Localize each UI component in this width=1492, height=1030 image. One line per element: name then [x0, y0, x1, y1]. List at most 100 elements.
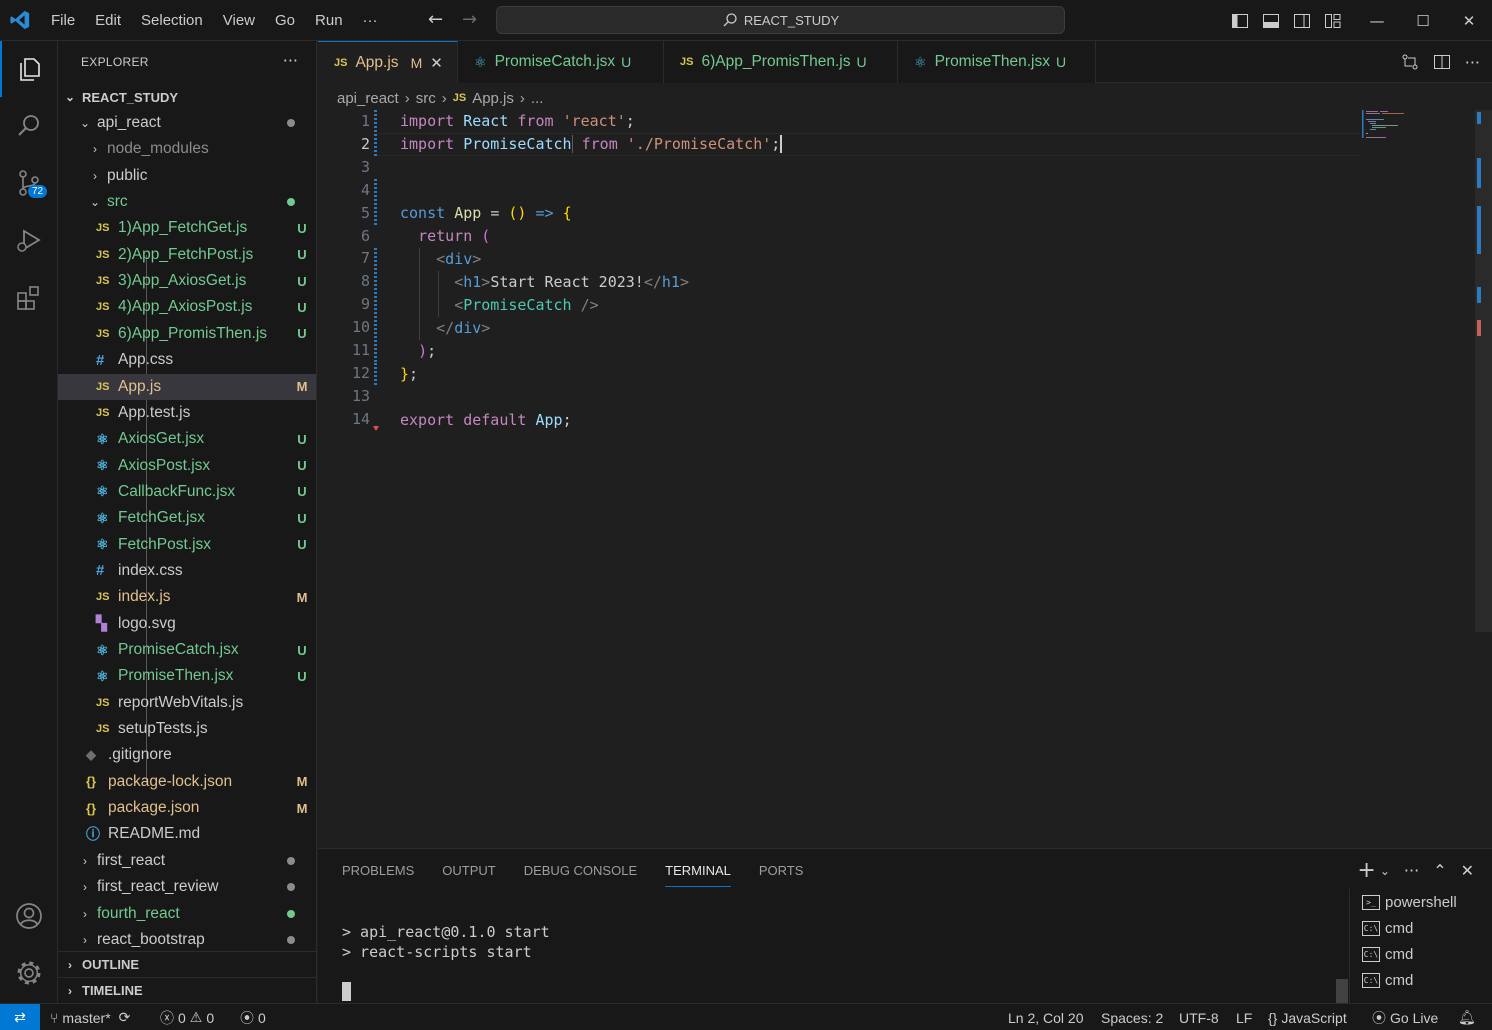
line-endings[interactable]: LF: [1236, 1004, 1252, 1030]
more-actions-icon[interactable]: ···: [1465, 53, 1480, 72]
tree-item[interactable]: JS App.js M: [58, 373, 316, 400]
tree-item[interactable]: ⚛ AxiosGet.jsx U: [58, 426, 316, 452]
explorer-icon[interactable]: [0, 41, 58, 97]
more-actions-icon[interactable]: ···: [1404, 861, 1419, 880]
tab-app-promisthen-js[interactable]: JS 6)App_PromisThen.js U: [664, 41, 898, 83]
tree-item[interactable]: ⚛ CallbackFunc.jsx U: [58, 479, 316, 505]
tab-ports[interactable]: PORTS: [759, 863, 804, 878]
menu-edit[interactable]: Edit: [85, 0, 131, 41]
tree-item[interactable]: JS 3)App_AxiosGet.js U: [58, 268, 316, 294]
new-terminal-icon[interactable]: +: [1357, 858, 1375, 883]
menu-view[interactable]: View: [213, 0, 265, 41]
tree-item[interactable]: ⓘ README.md: [58, 821, 316, 847]
tab-output[interactable]: OUTPUT: [442, 863, 495, 878]
settings-gear-icon[interactable]: [0, 945, 58, 1001]
menu-selection[interactable]: Selection: [131, 0, 213, 41]
close-panel-icon[interactable]: ✕: [1461, 861, 1474, 880]
tree-item[interactable]: ⌄ src: [58, 189, 316, 215]
close-window-icon[interactable]: ✕: [1446, 0, 1492, 41]
maximize-panel-icon[interactable]: ⌃: [1433, 861, 1446, 880]
tab-app-js[interactable]: JS App.js M ✕: [318, 41, 458, 83]
tree-item[interactable]: ▚ logo.svg: [58, 611, 316, 637]
breadcrumb-symbol[interactable]: ...: [531, 90, 544, 107]
terminal-item[interactable]: C:\ cmd: [1350, 915, 1492, 941]
tree-item[interactable]: › first_react: [58, 848, 316, 874]
tree-item[interactable]: ⚛ AxiosPost.jsx U: [58, 453, 316, 479]
tree-item[interactable]: ⚛ PromiseCatch.jsx U: [58, 637, 316, 663]
remote-indicator-icon[interactable]: ⇄: [0, 1004, 40, 1030]
minimize-icon[interactable]: —: [1354, 0, 1400, 41]
tree-item[interactable]: › react_bootstrap: [58, 927, 316, 953]
toggle-sidebar-icon[interactable]: [1224, 0, 1255, 41]
back-arrow-icon[interactable]: ←: [428, 10, 448, 30]
tree-item[interactable]: JS App.test.js: [58, 400, 316, 426]
tree-item[interactable]: ⚛ FetchGet.jsx U: [58, 505, 316, 531]
tree-item[interactable]: # App.css: [58, 347, 316, 373]
breadcrumb-folder[interactable]: src: [416, 90, 436, 107]
split-editor-icon[interactable]: [1433, 53, 1451, 71]
editor-scrollbar[interactable]: [1475, 110, 1492, 632]
encoding[interactable]: UTF-8: [1179, 1004, 1219, 1030]
outline-section[interactable]: › OUTLINE: [58, 951, 316, 977]
workspace-root[interactable]: ⌄ REACT_STUDY: [58, 84, 316, 110]
cursor-position[interactable]: Ln 2, Col 20: [1008, 1004, 1084, 1030]
menu-more[interactable]: ···: [353, 0, 388, 41]
tree-item[interactable]: ⌄ api_react: [58, 110, 316, 136]
tree-item[interactable]: JS index.js M: [58, 584, 316, 610]
terminal-item[interactable]: >_ powershell: [1350, 889, 1492, 915]
explorer-more-actions-icon[interactable]: ···: [283, 51, 298, 70]
breadcrumb-folder[interactable]: api_react: [337, 90, 399, 107]
vscode-logo-icon[interactable]: [9, 9, 31, 31]
extensions-icon[interactable]: [0, 269, 58, 325]
tree-item[interactable]: JS 2)App_FetchPost.js U: [58, 242, 316, 268]
terminal-item[interactable]: C:\ cmd: [1350, 967, 1492, 993]
terminal-scrollbar[interactable]: [1336, 979, 1348, 1004]
menu-file[interactable]: File: [41, 0, 85, 41]
tree-item[interactable]: # index.css: [58, 558, 316, 584]
command-center-search[interactable]: REACT_STUDY: [496, 6, 1065, 34]
tree-item[interactable]: JS setupTests.js: [58, 716, 316, 742]
tree-item[interactable]: {} package-lock.json M: [58, 769, 316, 795]
tab-problems[interactable]: PROBLEMS: [342, 863, 414, 878]
terminal-item[interactable]: C:\ cmd: [1350, 941, 1492, 967]
toggle-panel-icon[interactable]: [1255, 0, 1286, 41]
tree-item[interactable]: › node_modules: [58, 136, 316, 162]
tree-item[interactable]: › fourth_react: [58, 901, 316, 927]
notifications-bell-icon[interactable]: 🔔︎: [1458, 1004, 1476, 1030]
tree-item[interactable]: ⚛ PromiseThen.jsx U: [58, 663, 316, 689]
maximize-icon[interactable]: ☐: [1400, 0, 1446, 41]
tab-promisecatch-jsx[interactable]: ⚛ PromiseCatch.jsx U: [458, 41, 664, 83]
tree-item[interactable]: ◆ .gitignore: [58, 742, 316, 768]
tree-item[interactable]: JS 4)App_AxiosPost.js U: [58, 294, 316, 320]
run-debug-icon[interactable]: [0, 212, 58, 268]
go-live-button[interactable]: ⦿ Go Live: [1372, 1004, 1438, 1030]
chevron-down-icon[interactable]: ⌄: [1380, 864, 1390, 878]
search-icon[interactable]: [0, 98, 58, 154]
tree-item[interactable]: JS 1)App_FetchGet.js U: [58, 215, 316, 241]
menu-run[interactable]: Run: [305, 0, 353, 41]
customize-layout-icon[interactable]: [1317, 0, 1348, 41]
language-mode[interactable]: {} JavaScript: [1268, 1004, 1347, 1030]
toggle-secondary-sidebar-icon[interactable]: [1286, 0, 1317, 41]
sync-icon[interactable]: ⟳: [119, 1009, 131, 1026]
menu-go[interactable]: Go: [265, 0, 305, 41]
tree-item[interactable]: JS reportWebVitals.js: [58, 690, 316, 716]
close-tab-icon[interactable]: ✕: [430, 54, 443, 72]
breadcrumb-file[interactable]: App.js: [472, 90, 514, 107]
code-editor[interactable]: 1 2 3 4 5 6 7 8 9 10 11 12 13 14 import React from 'r…: [318, 110, 1492, 848]
problems-indicator[interactable]: ⓧ 0 ⚠ 0: [160, 1004, 214, 1030]
branch-indicator[interactable]: ⑂ master* ⟳: [50, 1004, 130, 1030]
ports-indicator[interactable]: ⦿ 0: [240, 1004, 266, 1030]
accounts-icon[interactable]: [0, 888, 58, 944]
tab-terminal[interactable]: TERMINAL: [665, 863, 731, 887]
tab-debug-console[interactable]: DEBUG CONSOLE: [524, 863, 637, 878]
tree-item[interactable]: JS 6)App_PromisThen.js U: [58, 321, 316, 347]
tree-item[interactable]: {} package.json M: [58, 795, 316, 821]
source-control-icon[interactable]: 72: [0, 155, 58, 211]
forward-arrow-icon[interactable]: →: [462, 10, 482, 30]
minimap[interactable]: [1360, 110, 1440, 140]
tree-item[interactable]: › first_react_review: [58, 874, 316, 900]
indentation[interactable]: Spaces: 2: [1101, 1004, 1163, 1030]
tab-promisethen-jsx[interactable]: ⚛ PromiseThen.jsx U: [898, 41, 1096, 83]
tree-item[interactable]: ⚛ FetchPost.jsx U: [58, 532, 316, 558]
